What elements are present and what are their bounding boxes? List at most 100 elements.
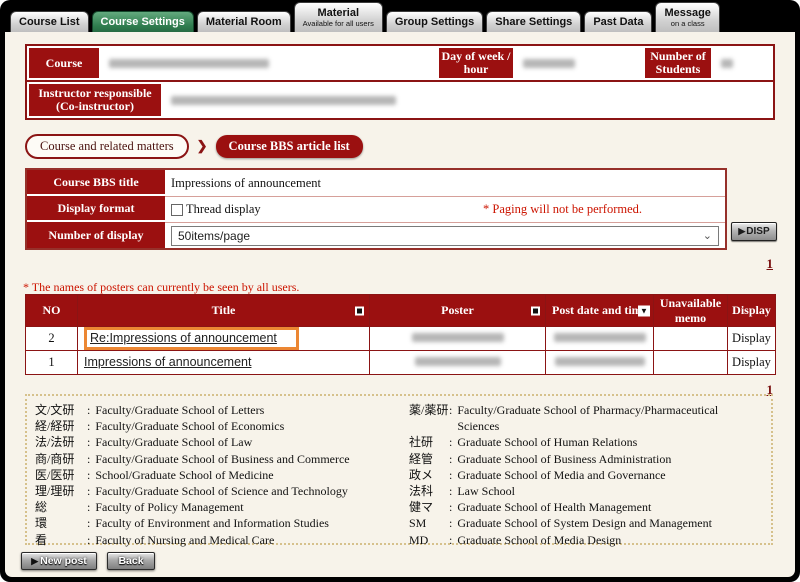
legend-abbr: 経/経研 [35, 418, 87, 434]
legend-item: SM:Graduate School of System Design and … [409, 515, 763, 531]
legend-item: 文/文研:Faculty/Graduate School of Letters [35, 402, 409, 418]
legend-item: 経管:Graduate School of Business Administr… [409, 451, 763, 467]
tab-message[interactable]: Messageon a class [655, 2, 719, 32]
disp-button[interactable]: ▶DISP [731, 222, 777, 241]
redacted-date [554, 333, 646, 342]
row-display-action[interactable]: Display [728, 351, 776, 375]
legend-item: 理/理研:Faculty/Graduate School of Science … [35, 483, 409, 499]
legend-sep: : [449, 467, 452, 483]
tab-group-settings[interactable]: Group Settings [386, 11, 483, 32]
legend-left-column: 文/文研:Faculty/Graduate School of Letters … [35, 402, 409, 537]
items-per-page-value: 50items/page [178, 229, 250, 243]
legend-item: 健マ:Graduate School of Health Management [409, 499, 763, 515]
row-title-cell: Impressions of announcement [78, 351, 370, 375]
tab-course-list[interactable]: Course List [10, 11, 89, 32]
legend-sep: : [87, 532, 90, 548]
breadcrumb-arrow-icon: ❯ [197, 138, 208, 154]
legend-desc: Faculty of Nursing and Medical Care [95, 532, 274, 548]
col-no: NO [26, 295, 78, 327]
row-memo-cell [654, 327, 728, 351]
legend-desc: Faculty of Environment and Information S… [95, 515, 329, 531]
row-poster-cell [370, 351, 546, 375]
legend-right-column: 薬/薬研:Faculty/Graduate School of Pharmacy… [409, 402, 763, 537]
legend-abbr: 総 [35, 499, 87, 515]
legend-sep: : [449, 515, 452, 531]
legend-item: 法科: Law School [409, 483, 763, 499]
legend-abbr: 政メ [409, 467, 449, 483]
col-title-label: Title [212, 303, 236, 317]
display-format-label: Display format [27, 196, 165, 222]
legend-abbr: 法科 [409, 483, 449, 499]
day-of-week-label: Day of week / hour [439, 48, 513, 78]
article-link[interactable]: Re:Impressions of announcement [90, 331, 277, 345]
tab-material-room[interactable]: Material Room [197, 11, 291, 32]
table-header-row: NO Title Poster Post date and time▼ Unav… [26, 295, 776, 327]
col-title: Title [78, 295, 370, 327]
breadcrumb: Course and related matters ❯ Course BBS … [25, 132, 363, 160]
tab-label: Course List [19, 16, 80, 28]
legend-abbr: 看 [35, 532, 87, 548]
tab-bar: Course List Course Settings Material Roo… [10, 3, 794, 32]
legend-desc: Graduate School of Media and Governance [457, 467, 665, 483]
legend-item: 薬/薬研:Faculty/Graduate School of Pharmacy… [409, 402, 763, 434]
new-post-label: New post [40, 555, 87, 567]
paging-note: * Paging will not be performed. [483, 202, 642, 217]
tab-label: Group Settings [395, 16, 474, 28]
legend-desc: Graduate School of Media Design [457, 532, 621, 548]
tab-course-settings[interactable]: Course Settings [92, 11, 194, 32]
table-row: 1 Impressions of announcement Display [26, 351, 776, 375]
article-link[interactable]: Impressions of announcement [84, 355, 251, 369]
sort-date-desc-icon[interactable]: ▼ [638, 305, 650, 316]
legend-desc: Graduate School of System Design and Man… [457, 515, 712, 531]
new-post-button[interactable]: ▶New post [21, 552, 97, 570]
items-per-page-select[interactable]: 50items/page ⌄ [171, 226, 719, 246]
back-button[interactable]: Back [107, 552, 155, 570]
legend-desc: Faculty/Graduate School of Economics [95, 418, 284, 434]
legend-abbr: 経管 [409, 451, 449, 467]
legend-item: 医/医研:School/Graduate School of Medicine [35, 467, 409, 483]
sort-poster-icon[interactable] [531, 306, 540, 315]
legend-sep: : [449, 402, 452, 434]
breadcrumb-course-related-button[interactable]: Course and related matters [25, 134, 189, 159]
legend-abbr: 理/理研 [35, 483, 87, 499]
legend-sep: : [87, 402, 90, 418]
row-display-action[interactable]: Display [728, 327, 776, 351]
tab-label: Message [664, 7, 710, 19]
legend-desc: Graduate School of Business Administrati… [457, 451, 671, 467]
bbs-title-label: Course BBS title [27, 170, 165, 196]
col-display: Display [728, 295, 776, 327]
legend-desc: Law School [457, 483, 515, 499]
redacted-date [555, 357, 645, 366]
redacted-poster [412, 333, 504, 342]
legend-abbr: 医/医研 [35, 467, 87, 483]
tab-sublabel: Available for all users [303, 20, 374, 28]
pagination-page-1-top[interactable]: 1 [767, 256, 774, 272]
tab-label: Material Room [206, 16, 282, 28]
row-poster-cell [370, 327, 546, 351]
tab-share-settings[interactable]: Share Settings [486, 11, 581, 32]
sort-title-icon[interactable] [355, 306, 364, 315]
col-poster-label: Poster [441, 303, 474, 317]
tab-label: Share Settings [495, 16, 572, 28]
legend-item: 経/経研: Faculty/Graduate School of Economic… [35, 418, 409, 434]
legend-sep: : [449, 483, 452, 499]
legend-abbr: 法/法研 [35, 434, 87, 450]
tab-material[interactable]: MaterialAvailable for all users [294, 2, 383, 32]
legend-item: 総:Faculty of Policy Management [35, 499, 409, 515]
play-icon: ▶ [31, 556, 38, 567]
legend-item: 政メ: Graduate School of Media and Governan… [409, 467, 763, 483]
legend-sep: : [87, 418, 90, 434]
row-memo-cell [654, 351, 728, 375]
legend-desc: Faculty/Graduate School of Letters [95, 402, 264, 418]
bbs-title-value: Impressions of announcement [165, 170, 725, 196]
legend-desc: Faculty/Graduate School of Business and … [95, 451, 349, 467]
instructor-value [163, 82, 773, 118]
students-label: Number of Students [645, 48, 711, 78]
thread-display-checkbox[interactable] [171, 204, 183, 216]
tab-label: Material [317, 7, 359, 19]
legend-desc: Faculty/Graduate School of Science and T… [95, 483, 348, 499]
tab-past-data[interactable]: Past Data [584, 11, 652, 32]
course-info-table: Course Day of week / hour Number of Stud… [25, 44, 775, 120]
legend-abbr: 薬/薬研 [409, 402, 449, 434]
legend-sep: : [87, 451, 90, 467]
